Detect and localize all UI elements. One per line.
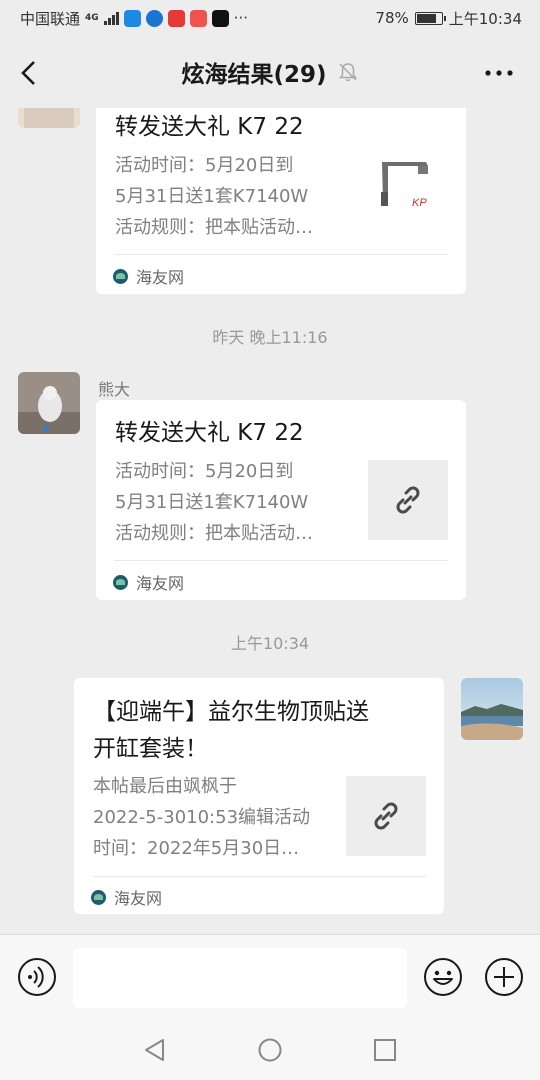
plus-icon[interactable] — [484, 957, 524, 997]
network-label: 4G — [85, 13, 99, 23]
battery-percent: 78% — [375, 9, 409, 27]
card-description-line: 5月31日送1套K7140W — [115, 186, 309, 207]
card-description-line: 活动规则：把本贴活动… — [115, 523, 313, 544]
toutiao-app-icon — [167, 9, 185, 27]
link-icon — [396, 486, 420, 514]
card-source: 海友网 — [91, 885, 162, 909]
emoji-icon[interactable] — [423, 957, 463, 997]
clock: 上午10:34 — [448, 9, 522, 28]
avatar[interactable] — [18, 372, 80, 434]
source-name: 海友网 — [114, 889, 163, 908]
card-divider — [115, 560, 448, 561]
message-timestamp: 昨天 晚上11:16 — [212, 328, 328, 347]
chat-messages[interactable]: 转发送大礼 K7 22 活动时间：5月20日到 5月31日送1套K7140W 活… — [0, 108, 540, 934]
sender-name: 熊大 — [98, 380, 131, 399]
source-name: 海友网 — [136, 574, 185, 593]
link-thumbnail — [368, 460, 448, 540]
bell-off-icon — [338, 63, 357, 82]
source-logo-icon — [91, 889, 106, 905]
source-logo-icon — [113, 574, 128, 590]
carrier-label: 中国联通 — [20, 9, 81, 28]
card-description-line: 活动时间：5月20日到 — [115, 461, 294, 482]
card-description-line: 时间：2022年5月30日… — [93, 838, 300, 859]
signal-icon — [103, 11, 119, 25]
chevron-left-icon[interactable] — [14, 58, 44, 88]
source-logo-icon — [113, 268, 128, 284]
nav-recent-apps-icon[interactable] — [372, 1037, 398, 1063]
chat-header: 炫海结果(29) — [0, 36, 540, 108]
message-input[interactable] — [73, 948, 407, 1008]
source-name: 海友网 — [136, 268, 185, 287]
card-description-line: 5月31日送1套K7140W — [115, 492, 309, 513]
more-dots-icon[interactable] — [484, 64, 514, 82]
tiktok-app-icon — [211, 9, 229, 27]
card-source: 海友网 — [113, 570, 184, 594]
system-nav-bar — [0, 1020, 540, 1080]
card-description-line: 本帖最后由飒枫于 — [93, 776, 237, 797]
voice-icon[interactable] — [17, 957, 57, 997]
card-description-line: 活动时间：5月20日到 — [115, 155, 294, 176]
bulb-app-icon — [145, 9, 163, 27]
link-icon — [374, 802, 398, 830]
nav-back-icon[interactable] — [142, 1037, 168, 1063]
card-title-line: 开缸套装！ — [93, 736, 208, 762]
card-title: 转发送大礼 K7 22 — [115, 114, 304, 140]
product-thumbnail: KP — [368, 150, 448, 230]
card-divider — [115, 254, 448, 255]
more-notifications-icon: ··· — [233, 9, 248, 27]
card-divider — [93, 876, 426, 877]
shield-app-icon — [123, 9, 141, 27]
battery-icon — [414, 11, 446, 25]
link-card[interactable]: 转发送大礼 K7 22 活动时间：5月20日到 5月31日送1套K7140W 活… — [96, 400, 466, 600]
news-app-icon — [189, 9, 207, 27]
chat-title: 炫海结果(29) — [181, 62, 327, 88]
input-bar — [0, 934, 540, 1020]
card-description-line: 活动规则：把本贴活动… — [115, 217, 313, 238]
my-avatar[interactable] — [461, 678, 523, 740]
svg-text:KP: KP — [412, 197, 427, 209]
card-title-line: 【迎端午】益尔生物顶贴送 — [93, 699, 369, 725]
link-card[interactable]: 转发送大礼 K7 22 活动时间：5月20日到 5月31日送1套K7140W 活… — [96, 108, 466, 294]
card-title: 转发送大礼 K7 22 — [115, 420, 304, 446]
nav-home-icon[interactable] — [257, 1037, 283, 1063]
card-source: 海友网 — [113, 264, 184, 288]
status-bar: 中国联通 4G ··· 78% 上午10:34 — [0, 0, 540, 36]
link-card[interactable]: 【迎端午】益尔生物顶贴送 开缸套装！ 本帖最后由飒枫于 2022-5-3010:… — [74, 678, 444, 914]
avatar[interactable] — [18, 108, 80, 128]
message-timestamp: 上午10:34 — [230, 634, 310, 653]
link-thumbnail — [346, 776, 426, 856]
card-description-line: 2022-5-3010:53编辑活动 — [93, 807, 311, 828]
